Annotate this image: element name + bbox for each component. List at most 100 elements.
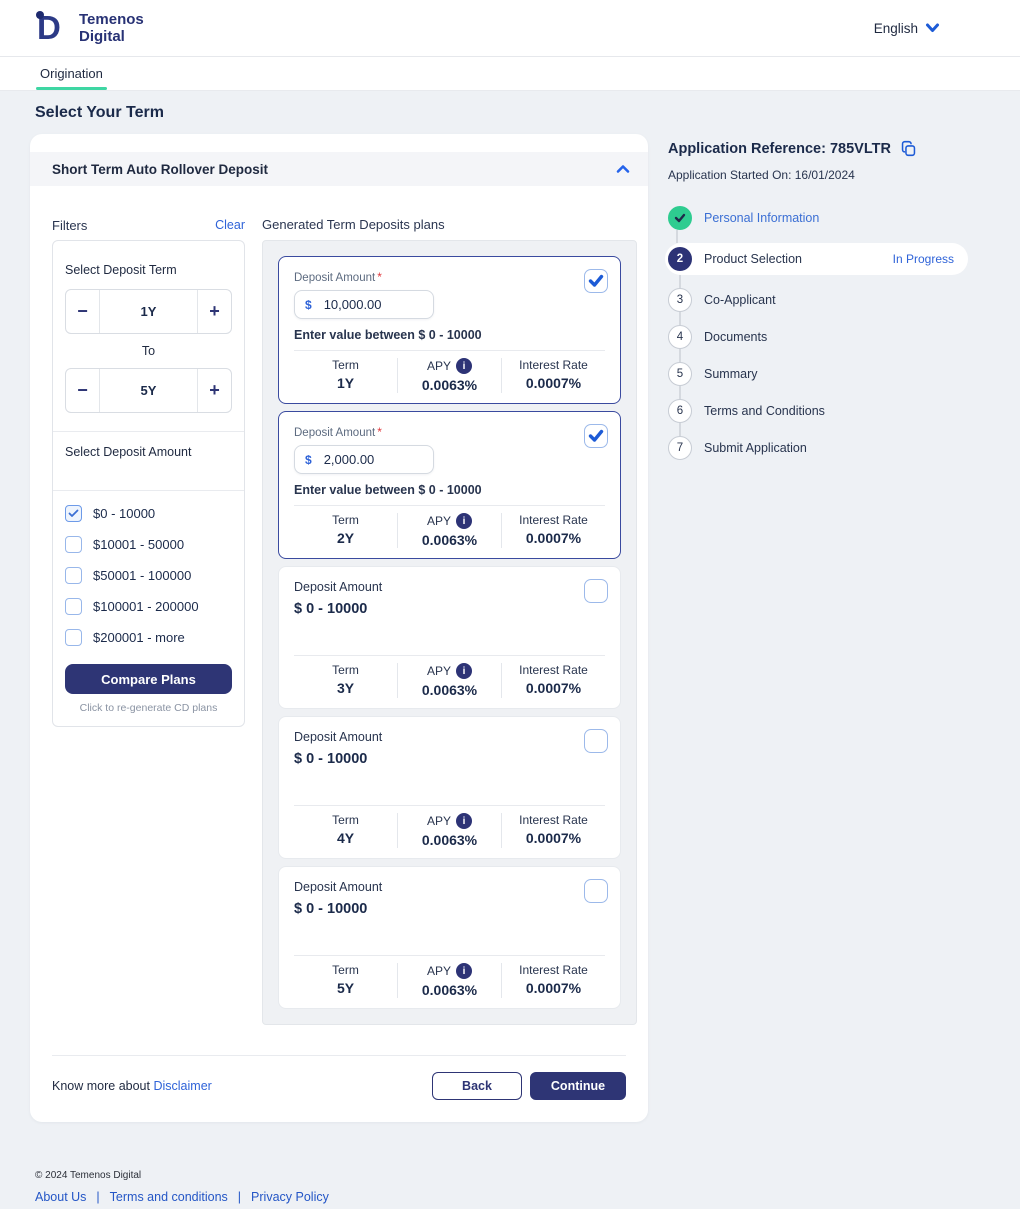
deposit-amount-label: Deposit Amount (294, 580, 605, 594)
deposit-amount-range: $ 0 - 10000 (294, 901, 605, 917)
continue-button[interactable]: Continue (530, 1072, 626, 1100)
plan-card-4y: Deposit Amount $ 0 - 10000 Term4Y APYi0.… (278, 716, 621, 859)
temenos-logo-icon: D (35, 9, 71, 47)
page-footer: © 2024 Temenos Digital About Us | Terms … (35, 1170, 1020, 1204)
plus-button[interactable]: + (198, 369, 231, 412)
amount-option-0-10000[interactable]: $0 - 10000 (65, 505, 232, 522)
about-us-link[interactable]: About Us (35, 1190, 86, 1204)
plan-checkbox-unchecked[interactable] (584, 579, 608, 603)
plan-checkbox-checked[interactable] (584, 269, 608, 293)
plan-checkbox-checked[interactable] (584, 424, 608, 448)
terms-and-conditions-link[interactable]: Terms and conditions (110, 1190, 228, 1204)
step-co-applicant[interactable]: 3 Co-Applicant (668, 288, 968, 312)
step-number: 4 (668, 325, 692, 349)
term-selection-card: Short Term Auto Rollover Deposit Filters… (30, 134, 648, 1122)
deposit-term-label: Select Deposit Term (65, 263, 232, 277)
tab-bar: Origination (0, 57, 1020, 91)
deposit-amount-range: $ 0 - 10000 (294, 601, 605, 617)
amount-option-200001-more[interactable]: $200001 - more (65, 629, 232, 646)
step-number: 7 (668, 436, 692, 460)
accordion-header[interactable]: Short Term Auto Rollover Deposit (30, 152, 648, 186)
plans-title: Generated Term Deposits plans (262, 217, 445, 232)
value-range-hint: Enter value between $ 0 - 10000 (294, 328, 605, 342)
clear-filters-link[interactable]: Clear (215, 218, 245, 232)
info-icon[interactable]: i (456, 513, 472, 529)
term-from-stepper: − 1Y + (65, 289, 232, 334)
privacy-policy-link[interactable]: Privacy Policy (251, 1190, 329, 1204)
checkbox-icon[interactable] (65, 629, 82, 646)
currency-symbol: $ (305, 453, 312, 467)
check-icon (668, 206, 692, 230)
step-number: 5 (668, 362, 692, 386)
plan-stats: Term5Y APYi0.0063% Interest Rate0.0007% (294, 955, 605, 998)
step-number: 2 (668, 247, 692, 271)
amount-option-50001-100000[interactable]: $50001 - 100000 (65, 567, 232, 584)
plan-checkbox-unchecked[interactable] (584, 879, 608, 903)
checkbox-icon[interactable] (65, 598, 82, 615)
to-label: To (65, 344, 232, 358)
amount-option-10001-50000[interactable]: $10001 - 50000 (65, 536, 232, 553)
back-button[interactable]: Back (432, 1072, 522, 1100)
copyright-text: © 2024 Temenos Digital (35, 1170, 1020, 1181)
step-submit-application[interactable]: 7 Submit Application (668, 436, 968, 460)
plan-card-1y: Deposit Amount* $ 10,000.00 Enter value … (278, 256, 621, 404)
disclaimer-link[interactable]: Disclaimer (153, 1079, 211, 1093)
copy-icon[interactable] (900, 140, 917, 157)
tab-origination[interactable]: Origination (40, 66, 103, 90)
info-icon[interactable]: i (456, 813, 472, 829)
info-icon[interactable]: i (456, 358, 472, 374)
compare-plans-button[interactable]: Compare Plans (65, 664, 232, 694)
deposit-amount-label: Deposit Amount* (294, 270, 605, 284)
filters-panel: Select Deposit Term − 1Y + To − 5Y + Sel… (52, 240, 245, 727)
application-reference: Application Reference: 785VLTR (668, 141, 891, 157)
checkbox-checked-icon[interactable] (65, 505, 82, 522)
separator: | (238, 1190, 241, 1204)
step-product-selection[interactable]: 2 Product Selection In Progress (665, 243, 968, 275)
minus-button[interactable]: − (66, 369, 99, 412)
step-summary[interactable]: 5 Summary (668, 362, 968, 386)
step-personal-information[interactable]: Personal Information (668, 206, 968, 230)
deposit-amount-input[interactable]: $ 2,000.00 (294, 445, 434, 474)
language-label: English (874, 21, 918, 36)
deposit-amount-input[interactable]: $ 10,000.00 (294, 290, 434, 319)
regenerate-hint: Click to re-generate CD plans (65, 702, 232, 714)
brand-name: Temenos Digital (79, 11, 144, 46)
minus-button[interactable]: − (66, 290, 99, 333)
step-documents[interactable]: 4 Documents (668, 325, 968, 349)
currency-symbol: $ (305, 298, 312, 312)
amount-option-100001-200000[interactable]: $100001 - 200000 (65, 598, 232, 615)
plus-button[interactable]: + (198, 290, 231, 333)
plan-stats: Term4Y APYi0.0063% Interest Rate0.0007% (294, 805, 605, 848)
checkbox-icon[interactable] (65, 536, 82, 553)
plan-card-5y: Deposit Amount $ 0 - 10000 Term5Y APYi0.… (278, 866, 621, 1009)
info-icon[interactable]: i (456, 963, 472, 979)
plan-stats: Term2Y APYi0.0063% Interest Rate0.0007% (294, 505, 605, 548)
value-range-hint: Enter value between $ 0 - 10000 (294, 483, 605, 497)
app-header: D Temenos Digital English (0, 0, 1020, 57)
deposit-amount-filter-label: Select Deposit Amount (65, 432, 232, 472)
status-badge: In Progress (893, 252, 954, 266)
deposit-amount-label: Deposit Amount* (294, 425, 605, 439)
deposit-amount-range: $ 0 - 10000 (294, 751, 605, 767)
term-to-stepper: − 5Y + (65, 368, 232, 413)
deposit-amount-label: Deposit Amount (294, 880, 605, 894)
application-sidebar: Application Reference: 785VLTR Applicati… (668, 134, 968, 460)
divider (53, 490, 244, 491)
term-to-value[interactable]: 5Y (99, 369, 198, 412)
info-icon[interactable]: i (456, 663, 472, 679)
language-selector[interactable]: English (874, 21, 940, 36)
plan-card-2y: Deposit Amount* $ 2,000.00 Enter value b… (278, 411, 621, 559)
checkbox-icon[interactable] (65, 567, 82, 584)
separator: | (96, 1190, 99, 1204)
plan-stats: Term1Y APYi0.0063% Interest Rate0.0007% (294, 350, 605, 393)
step-terms-and-conditions[interactable]: 6 Terms and Conditions (668, 399, 968, 423)
plan-stats: Term3Y APYi0.0063% Interest Rate0.0007% (294, 655, 605, 698)
term-from-value[interactable]: 1Y (99, 290, 198, 333)
filters-title: Filters (52, 218, 87, 233)
plan-checkbox-unchecked[interactable] (584, 729, 608, 753)
accordion-title: Short Term Auto Rollover Deposit (52, 162, 268, 177)
brand-logo: D Temenos Digital (35, 9, 144, 47)
chevron-up-icon[interactable] (616, 164, 630, 174)
know-more-text: Know more about Disclaimer (52, 1079, 212, 1093)
plan-card-3y: Deposit Amount $ 0 - 10000 Term3Y APYi0.… (278, 566, 621, 709)
